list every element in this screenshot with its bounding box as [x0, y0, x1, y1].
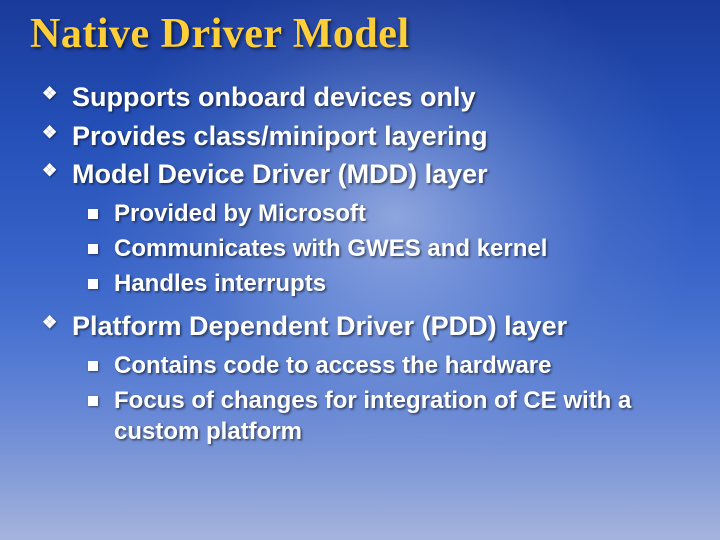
bullet-list-level1: Supports onboard devices only Provides c…: [28, 80, 692, 192]
subbullet-text: Communicates with GWES and kernel: [114, 235, 547, 262]
slide: Native Driver Model Supports onboard dev…: [0, 0, 720, 540]
subbullet-item: Contains code to access the hardware: [84, 350, 692, 381]
bullet-list-level2: Contains code to access the hardware Foc…: [28, 350, 692, 448]
subbullet-item: Focus of changes for integration of CE w…: [84, 385, 692, 447]
subbullet-text: Focus of changes for integration of CE w…: [114, 387, 631, 445]
subbullet-item: Handles interrupts: [84, 268, 692, 299]
bullet-text: Model Device Driver (MDD) layer: [72, 159, 488, 189]
bullet-item: Model Device Driver (MDD) layer: [42, 157, 692, 192]
bullet-text: Platform Dependent Driver (PDD) layer: [72, 311, 567, 341]
bullet-item: Platform Dependent Driver (PDD) layer: [42, 309, 692, 344]
bullet-item: Supports onboard devices only: [42, 80, 692, 115]
bullet-text: Supports onboard devices only: [72, 82, 476, 112]
bullet-item: Provides class/miniport layering: [42, 119, 692, 154]
subbullet-text: Handles interrupts: [114, 270, 326, 297]
subbullet-text: Provided by Microsoft: [114, 200, 366, 227]
bullet-list-level1: Platform Dependent Driver (PDD) layer: [28, 309, 692, 344]
subbullet-item: Communicates with GWES and kernel: [84, 233, 692, 264]
slide-title: Native Driver Model: [30, 10, 692, 58]
subbullet-text: Contains code to access the hardware: [114, 352, 551, 379]
bullet-text: Provides class/miniport layering: [72, 121, 488, 151]
bullet-list-level2: Provided by Microsoft Communicates with …: [28, 198, 692, 300]
slide-body: Supports onboard devices only Provides c…: [28, 80, 692, 447]
subbullet-item: Provided by Microsoft: [84, 198, 692, 229]
